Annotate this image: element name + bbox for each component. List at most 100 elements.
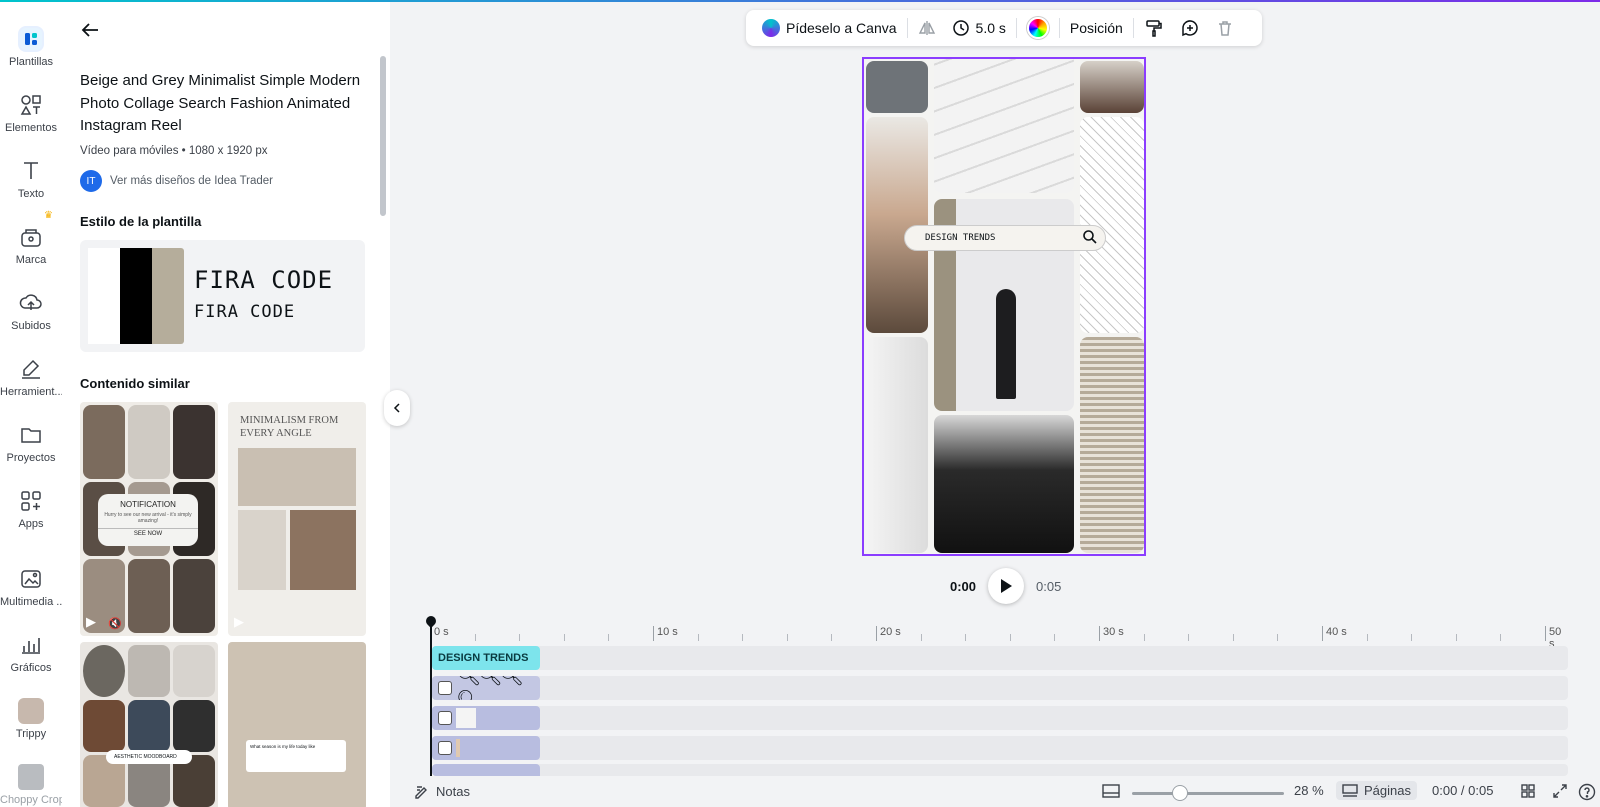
rail-item-text[interactable]: Texto [0, 150, 62, 214]
ruler-label: 0 s [434, 626, 449, 638]
brand-icon [21, 229, 41, 247]
play-button[interactable] [988, 568, 1025, 604]
timeline-track-element-3 [432, 764, 1568, 776]
ruler-tick [921, 634, 922, 641]
thumb-photo [290, 510, 356, 590]
upload-icon [19, 294, 42, 310]
author-link[interactable]: IT Ver más diseños de Idea Trader [80, 170, 273, 192]
zoom-slider-knob[interactable] [1172, 785, 1188, 801]
timeline-track-search-animation: 🔍︎🔍︎🔍︎🔍︎ [432, 676, 1568, 700]
back-arrow-icon[interactable] [78, 18, 102, 42]
element-clip[interactable] [432, 736, 540, 760]
ask-canva-label: Pídeselo a Canva [786, 20, 897, 36]
element-clip[interactable] [432, 706, 540, 730]
total-time: 0:05 [1036, 578, 1062, 594]
panel-scrollbar[interactable] [380, 56, 386, 216]
flip-button[interactable] [910, 14, 944, 42]
draw-icon [22, 359, 40, 379]
elements-icon [20, 95, 41, 115]
collage-photo [934, 415, 1074, 553]
swatch-white [88, 248, 120, 344]
rail-item-media[interactable]: Multimedia ... [0, 558, 62, 622]
collage-photo [866, 61, 928, 113]
zoom-level[interactable]: 28 % [1294, 783, 1324, 798]
rail-label: Proyectos [6, 452, 56, 464]
thumb-photo [238, 510, 286, 590]
collage-photo [1080, 61, 1144, 113]
search-animation-clip[interactable]: 🔍︎🔍︎🔍︎🔍︎ [432, 676, 540, 700]
ruler-tick [1233, 634, 1234, 641]
ruler-tick [564, 634, 565, 641]
collage-photo [1080, 337, 1144, 553]
play-icon [1001, 579, 1013, 593]
image-clip-icon [438, 681, 452, 695]
rail-label: Elementos [5, 122, 57, 134]
similar-thumb-minimalism[interactable]: MINIMALISM FROM EVERY ANGLE ▶ [228, 402, 366, 636]
similar-thumb-notification[interactable]: NOTIFICATION Hurry to see our new arriva… [80, 402, 218, 636]
fullscreen-button[interactable] [1552, 783, 1568, 799]
text-clip-design-trends[interactable]: DESIGN TRENDS [432, 646, 540, 670]
design-canvas[interactable]: DESIGN TRENDS [862, 57, 1146, 556]
rail-item-apps[interactable]: Apps [0, 480, 62, 544]
add-comment-button[interactable] [1172, 14, 1208, 42]
canvas-search-pill: DESIGN TRENDS [904, 225, 1106, 251]
template-style-card[interactable]: FIRA CODE FIRA CODE [80, 240, 365, 352]
template-details-panel: Beige and Grey Minimalist Simple Modern … [62, 2, 390, 807]
rail-label: Apps [18, 518, 44, 530]
ask-canva-button[interactable]: Pídeselo a Canva [754, 14, 905, 42]
collage-photo [934, 59, 1074, 193]
playback-controls: 0:00 0:05 [950, 568, 1061, 604]
notes-button[interactable]: Notas [414, 783, 470, 799]
notes-label: Notas [436, 783, 470, 799]
position-button[interactable]: Posición [1062, 14, 1131, 42]
rail-item-trippy[interactable]: Trippy [0, 690, 62, 754]
grid-icon [1521, 784, 1535, 798]
collapse-panel-button[interactable] [384, 390, 410, 426]
ruler-tick [1500, 634, 1501, 641]
page-view-button[interactable] [1102, 783, 1120, 799]
delete-button[interactable] [1208, 14, 1242, 42]
rail-item-elements[interactable]: Elementos [0, 84, 62, 148]
rail-item-charts[interactable]: Gráficos [0, 624, 62, 688]
left-rail: Plantillas Elementos Texto Marca ♛ Subid… [0, 2, 62, 807]
ruler-tick [1010, 634, 1011, 641]
ruler-label: 30 s [1103, 626, 1124, 638]
duration-label: 5.0 s [975, 20, 1006, 36]
color-wheel-icon [1026, 17, 1049, 39]
zoom-slider[interactable] [1132, 785, 1284, 801]
copy-style-button[interactable] [1136, 14, 1172, 42]
rail-item-choppy-crop[interactable]: Choppy Crop [0, 756, 62, 807]
ruler-tick [1277, 634, 1278, 641]
ruler-tick [1144, 634, 1145, 641]
rail-label: Marca [15, 254, 47, 266]
color-button[interactable] [1019, 14, 1057, 42]
similar-thumb-season[interactable]: What season is my life today like [228, 642, 366, 807]
rail-item-projects[interactable]: Proyectos [0, 414, 62, 478]
duration-button[interactable]: 5.0 s [944, 14, 1014, 42]
clip-thumbnail [456, 708, 476, 728]
timeline-track-text: DESIGN TRENDS [432, 646, 1568, 670]
element-clip[interactable] [432, 764, 540, 776]
similar-thumb-moodboard[interactable]: AESTHETIC MOODBOARD [80, 642, 218, 807]
timeline-ruler[interactable]: 0 s 10 s 20 s 30 s 40 s 50 s [430, 620, 1568, 650]
ruler-tick [475, 634, 476, 641]
divider [1132, 18, 1134, 38]
grid-view-button[interactable] [1520, 783, 1536, 799]
rail-item-uploads[interactable]: Subidos [0, 282, 62, 346]
media-icon [21, 570, 41, 588]
rail-label: Trippy [15, 728, 47, 740]
pages-button[interactable]: Páginas [1336, 781, 1417, 800]
templates-icon [18, 26, 44, 52]
mute-icon: 🔇 [108, 618, 122, 630]
play-icon: ▶ [86, 614, 96, 629]
rail-label: Plantillas [8, 56, 54, 68]
font-preview-body: FIRA CODE [194, 302, 296, 322]
rail-item-brand[interactable]: Marca [0, 216, 62, 280]
rail-item-templates[interactable]: Plantillas [0, 18, 62, 82]
clip-thumbnail [456, 739, 460, 757]
rail-item-tools[interactable]: Herramient... [0, 348, 62, 412]
ruler-tick [519, 634, 520, 641]
thumb-photo [238, 448, 356, 506]
help-button[interactable] [1578, 783, 1596, 801]
avatar: IT [80, 170, 102, 192]
